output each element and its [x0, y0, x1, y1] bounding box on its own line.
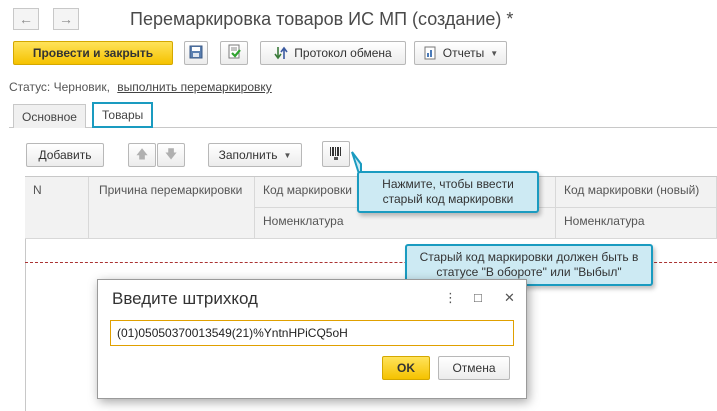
column-header-code-new[interactable]: Код маркировки (новый)	[556, 177, 717, 208]
document-post-icon	[226, 44, 242, 63]
barcode-input[interactable]	[110, 320, 514, 346]
column-header-nomenclature-new[interactable]: Номенклатура	[556, 208, 717, 239]
tab-goods-label: Товары	[102, 108, 144, 122]
execute-remarking-link[interactable]: выполнить перемаркировку	[117, 80, 272, 94]
column-header-n[interactable]: N	[25, 177, 89, 239]
column-n-label: N	[33, 183, 42, 197]
post-and-close-label: Провести и закрыть	[32, 46, 154, 60]
exchange-protocol-label: Протокол обмена	[294, 46, 392, 60]
column-nomenclature-label: Номенклатура	[263, 214, 344, 228]
barcode-dialog: Введите штрихкод ⋮ □ ✕ OK Отмена	[97, 279, 527, 399]
move-up-button[interactable]: 🡅	[128, 143, 156, 167]
column-code-new-label: Код маркировки (новый)	[564, 183, 700, 197]
tab-main-label: Основное	[22, 109, 77, 124]
back-button[interactable]: ←	[13, 8, 39, 30]
column-header-reason[interactable]: Причина перемаркировки	[89, 177, 255, 239]
fill-label: Заполнить	[218, 148, 278, 162]
arrow-left-icon: ←	[19, 11, 33, 27]
scan-hint-callout: Нажмите, чтобы ввести старый код маркиро…	[357, 171, 539, 213]
column-reason-label: Причина перемаркировки	[99, 183, 243, 197]
page-title: Перемаркировка товаров ИС МП (создание) …	[130, 9, 514, 29]
forward-button[interactable]: →	[53, 8, 79, 30]
status-line: Статус: Черновик, выполнить перемаркиров…	[9, 80, 272, 94]
move-down-button[interactable]: 🡇	[157, 143, 185, 167]
reports-label: Отчеты	[442, 46, 485, 60]
fill-dropdown[interactable]: Заполнить ▼	[208, 143, 302, 167]
status-hint-text: Старый код маркировки должен быть в стат…	[419, 250, 639, 279]
ok-label: OK	[397, 361, 415, 375]
dialog-title: Введите штрихкод	[112, 289, 258, 308]
exchange-arrows-icon	[274, 46, 288, 60]
cancel-button[interactable]: Отмена	[438, 356, 510, 380]
save-button[interactable]	[184, 41, 208, 65]
status-label: Статус:	[9, 80, 51, 94]
add-button[interactable]: Добавить	[26, 143, 104, 167]
tab-main[interactable]: Основное	[13, 104, 86, 128]
ok-button[interactable]: OK	[382, 356, 430, 380]
column-code-old-label: Код маркировки	[263, 183, 352, 197]
post-and-close-button[interactable]: Провести и закрыть	[13, 41, 173, 65]
exchange-protocol-button[interactable]: Протокол обмена	[260, 41, 406, 65]
maximize-icon[interactable]: □	[474, 290, 482, 305]
add-label: Добавить	[38, 148, 92, 162]
scan-hint-text: Нажмите, чтобы ввести старый код маркиро…	[382, 177, 514, 206]
arrow-down-icon: 🡇	[164, 146, 178, 161]
close-icon[interactable]: ✕	[504, 290, 515, 306]
floppy-disk-icon	[189, 45, 203, 62]
post-button[interactable]	[220, 41, 248, 65]
scan-barcode-button[interactable]	[322, 141, 350, 167]
chevron-down-icon: ▼	[490, 48, 499, 58]
barcode-scanner-icon	[328, 145, 344, 164]
more-options-icon[interactable]: ⋮	[444, 290, 457, 306]
arrow-right-icon: →	[59, 11, 73, 27]
arrow-up-icon: 🡅	[135, 146, 149, 161]
column-nomenclature-new-label: Номенклатура	[564, 214, 645, 228]
tab-goods[interactable]: Товары	[92, 102, 154, 128]
reports-dropdown[interactable]: Отчеты ▼	[414, 41, 507, 65]
status-value: Черновик,	[53, 80, 110, 94]
cancel-label: Отмена	[452, 361, 496, 375]
chevron-down-icon: ▼	[283, 150, 292, 160]
report-icon	[423, 46, 437, 60]
